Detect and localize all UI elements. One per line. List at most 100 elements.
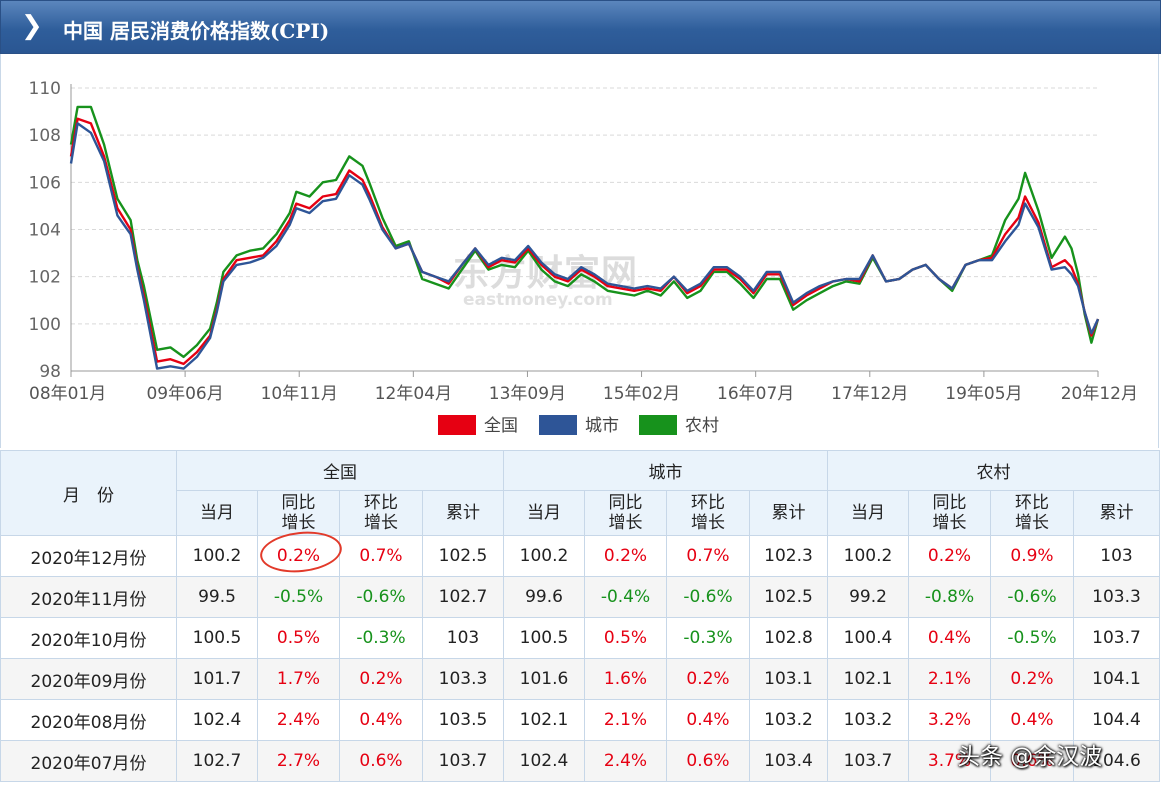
value-cell: 103 [1073,535,1160,577]
value-cell: -0.8% [908,576,991,618]
value-cell: -0.5% [257,576,340,618]
sub-header: 同比 增长 [257,490,340,536]
value-cell: 0.2% [666,658,750,700]
value-cell: 103.1 [749,658,828,700]
sub-header: 环比 增长 [339,490,423,536]
chart-area: 东方财富网 eastmoney.com 110 108 106 104 102 100 98… [0,54,1159,448]
x-tick-label: 08年01月 [29,384,106,404]
y-tick-label: 108 [29,126,61,146]
value-cell: -0.6% [339,576,423,618]
group-header: 农村 [827,450,1160,491]
value-cell: -0.3% [666,617,750,659]
value-cell: 102.1 [827,658,909,700]
value-cell: 100.5 [503,617,585,659]
y-tick-label: 100 [29,315,61,335]
value-cell: 102.7 [422,576,504,618]
y-tick-label: 110 [29,79,61,99]
value-cell: -0.6% [990,576,1074,618]
y-tick-label: 104 [29,221,61,241]
value-cell: 0.4% [908,617,991,659]
table-row: 2020年10月份 100.5 0.5% -0.3% 103 100.5 0.5% -0.3%… [0,617,1160,659]
value-cell: 0.7% [339,535,423,577]
page-title: 中国 居民消费价格指数(CPI) [63,19,330,43]
sub-header: 当月 [176,490,258,536]
panel-header: ❯ 中国 居民消费价格指数(CPI) [0,0,1161,54]
table-row: 2020年09月份 101.7 1.7% 0.2% 103.3 101.6 1.6% 0.2%… [0,658,1160,700]
value-cell: 2.7% [257,740,340,782]
x-tick-label: 20年12月 [1061,384,1138,404]
sub-header: 同比 增长 [584,490,667,536]
value-cell: 0.5% [257,617,340,659]
sub-header: 当月 [827,490,909,536]
value-cell: 2.4% [584,740,667,782]
value-cell: 0.2% [908,535,991,577]
y-tick-label: 102 [29,268,61,288]
value-cell: 2.1% [908,658,991,700]
value-cell: 0.7% [666,535,750,577]
value-cell: 0.2% [339,658,423,700]
value-cell: 100.2 [176,535,258,577]
x-tick-label: 15年02月 [603,384,680,404]
sub-header: 累计 [1073,490,1160,536]
value-cell: 104.4 [1073,699,1160,741]
value-cell: 100.5 [176,617,258,659]
x-tick-label: 10年11月 [261,384,338,404]
value-cell: 2.1% [584,699,667,741]
value-cell: 102.1 [503,699,585,741]
value-cell: 103.2 [827,699,909,741]
group-header: 城市 [503,450,828,491]
month-cell: 2020年11月份 [0,576,177,618]
legend-swatch-2 [639,415,677,435]
value-cell: 100.4 [827,617,909,659]
value-cell: 1.6% [584,658,667,700]
value-cell: 102.3 [749,535,828,577]
value-cell: 0.4% [990,699,1074,741]
value-cell: -0.4% [584,576,667,618]
value-cell: 102.4 [176,699,258,741]
y-tick-label: 106 [29,173,61,193]
value-cell: 102.7 [176,740,258,782]
value-cell: 0.2% [584,535,667,577]
value-cell: 0.4% [666,699,750,741]
value-cell: 101.6 [503,658,585,700]
value-cell: 102.8 [749,617,828,659]
month-cell: 2020年07月份 [0,740,177,782]
chevron-right-icon[interactable]: ❯ [21,12,43,40]
value-cell: 1.7% [257,658,340,700]
legend-label-0: 全国 [484,416,518,436]
x-tick-label: 13年09月 [489,384,566,404]
series-line-0 [69,117,1100,366]
x-tick-label: 12年04月 [375,384,452,404]
legend-label-1: 城市 [585,416,619,436]
x-tick-label: 09年06月 [146,384,223,404]
value-cell: 2.4% [257,699,340,741]
value-cell: 0.4% [339,699,423,741]
month-cell: 2020年10月份 [0,617,177,659]
table-row: 2020年12月份 100.2 0.2% 0.7% 102.5 100.2 0.2% 0.7%… [0,535,1160,577]
value-cell: 0.6% [339,740,423,782]
value-cell: 99.2 [827,576,909,618]
value-cell: 0.5% [584,617,667,659]
cpi-table: 月 份全国 城市 农村 当月 同比 增长 环比 增长 累计 当月 同比 增长 环比 增长 累计 当月 同比 增长环… [0,450,1160,782]
x-tick-label: 19年05月 [945,384,1022,404]
group-header: 全国 [176,450,504,491]
value-cell: 103.7 [827,740,909,782]
month-cell: 2020年08月份 [0,699,177,741]
author-credit: 头条 @余汉波 [957,744,1103,770]
value-cell: 100.2 [503,535,585,577]
x-tick-label: 17年12月 [831,384,908,404]
value-cell: 0.9% [990,535,1074,577]
month-cell: 2020年09月份 [0,658,177,700]
month-cell: 2020年12月份 [0,535,177,577]
value-cell: 103.7 [422,740,504,782]
legend-label-2: 农村 [685,416,719,436]
value-cell: 103.2 [749,699,828,741]
value-cell: 100.2 [827,535,909,577]
value-cell: -0.3% [339,617,423,659]
value-cell: 102.5 [749,576,828,618]
value-cell: -0.6% [666,576,750,618]
sub-header: 环比 增长 [990,490,1074,536]
value-cell: 3.2% [908,699,991,741]
sub-header: 环比 增长 [666,490,750,536]
legend-swatch-1 [539,415,577,435]
